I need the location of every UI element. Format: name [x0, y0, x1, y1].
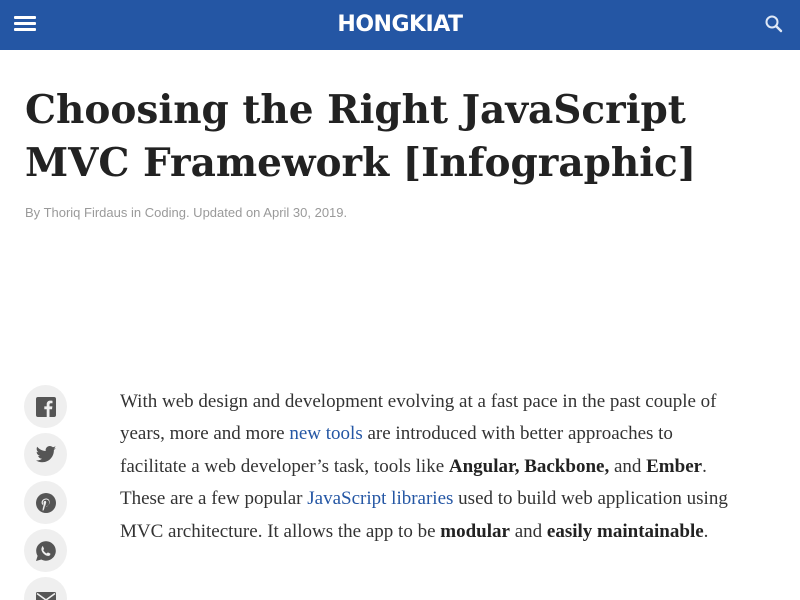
share-sidebar [24, 385, 68, 600]
bold-easily-maintainable: easily maintainable [546, 520, 704, 542]
search-icon[interactable] [764, 14, 786, 36]
byline-by: By [25, 205, 41, 220]
email-icon [35, 591, 56, 600]
whatsapp-icon [35, 540, 56, 561]
javascript-libraries-link[interactable]: JavaScript libraries [307, 488, 453, 509]
pinterest-share-button[interactable] [24, 481, 67, 524]
top-navigation-bar: HONGKIAT [0, 0, 800, 50]
bold-ember: Ember [646, 455, 703, 477]
byline-updated: . Updated on April 30, 2019. [185, 205, 348, 220]
new-tools-link[interactable]: new tools [289, 423, 362, 444]
facebook-icon [35, 396, 56, 417]
site-logo-container: HONGKIAT [0, 0, 800, 50]
article-title: Choosing the Right JavaScript MVC Framew… [25, 87, 697, 186]
whatsapp-share-button[interactable] [24, 529, 67, 572]
bold-modular: modular [440, 520, 510, 542]
author-link[interactable]: Thoriq Firdaus [44, 205, 128, 220]
facebook-share-button[interactable] [24, 385, 67, 428]
paragraph-text: . [703, 520, 709, 542]
bold-framework-names: Angular, Backbone, [448, 455, 610, 477]
byline-in: in [131, 205, 142, 220]
site-logo[interactable]: HONGKIAT [337, 12, 463, 37]
article-intro-paragraph: With web design and development evolving… [120, 386, 740, 548]
hamburger-menu-icon[interactable] [13, 14, 37, 36]
article-byline: By Thoriq Firdaus in Coding. Updated on … [25, 205, 725, 220]
twitter-share-button[interactable] [24, 433, 67, 476]
category-link[interactable]: Coding [145, 205, 186, 220]
twitter-icon [35, 445, 56, 462]
paragraph-text: and [609, 455, 647, 477]
paragraph-text: and [509, 520, 547, 542]
email-share-button[interactable] [24, 577, 67, 600]
pinterest-icon [35, 492, 56, 513]
